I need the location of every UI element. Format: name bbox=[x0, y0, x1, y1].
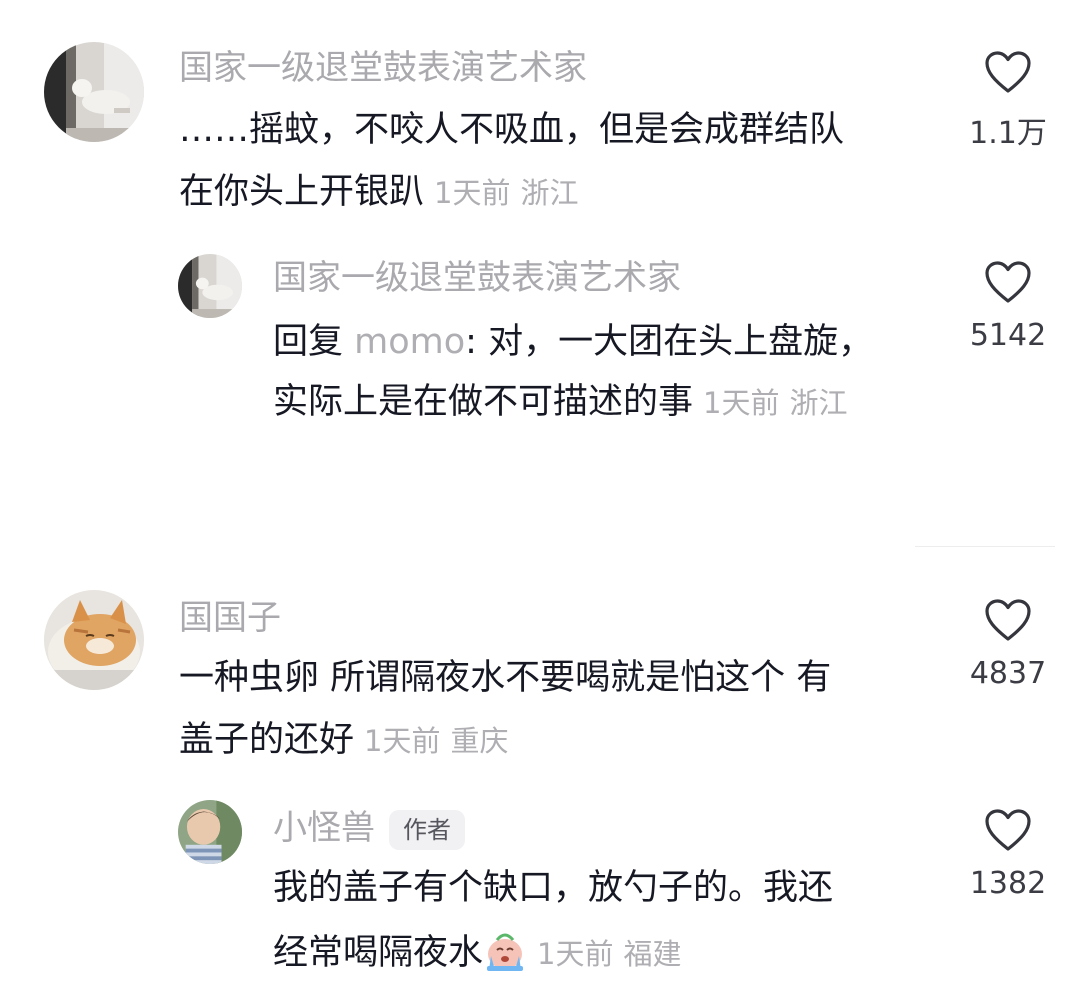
comment-text-line: 回复 momo: 对，一大团在头上盘旋， bbox=[273, 322, 874, 362]
like-button[interactable]: 5142 bbox=[958, 260, 1058, 353]
comment-text-line: 一种虫卵 所谓隔夜水不要喝就是怕这个 有 bbox=[179, 658, 832, 698]
comment-username[interactable]: 国国子 bbox=[179, 598, 281, 638]
comment-username-text[interactable]: 小怪兽 bbox=[273, 808, 375, 848]
avatar[interactable] bbox=[178, 800, 242, 864]
comment-location: 重庆 bbox=[450, 724, 509, 758]
heart-icon bbox=[985, 51, 1031, 93]
like-count: 4837 bbox=[969, 656, 1047, 691]
heart-icon bbox=[985, 261, 1031, 303]
comment-time: 1天前 bbox=[537, 937, 614, 971]
reply-prefix: 回复 bbox=[273, 322, 344, 362]
like-count: 1382 bbox=[969, 866, 1047, 901]
comment-location: 福建 bbox=[623, 937, 682, 971]
like-button[interactable]: 1382 bbox=[958, 808, 1058, 901]
comment-location: 浙江 bbox=[520, 176, 579, 210]
orange-cat-avatar-icon bbox=[44, 590, 144, 690]
like-count: 1.1万 bbox=[969, 116, 1047, 151]
avatar[interactable] bbox=[178, 254, 242, 318]
heart-icon bbox=[985, 809, 1031, 851]
comment-text-line: 我的盖子有个缺口，放勺子的。我还 bbox=[273, 868, 834, 908]
like-button[interactable]: 1.1万 bbox=[958, 50, 1058, 152]
reply-target-username[interactable]: momo bbox=[354, 322, 465, 362]
like-button[interactable]: 4837 bbox=[958, 598, 1058, 691]
divider bbox=[915, 546, 1055, 547]
comment-location: 浙江 bbox=[789, 386, 848, 420]
comment-text-line: 实际上是在做不可描述的事 1天前 浙江 bbox=[273, 382, 848, 422]
avatar[interactable] bbox=[44, 42, 144, 142]
crying-face-emoji-icon bbox=[487, 933, 524, 971]
comment-text-line: 盖子的还好 1天前 重庆 bbox=[179, 720, 509, 760]
avatar[interactable] bbox=[44, 590, 144, 690]
comment-username[interactable]: 国家一级退堂鼓表演艺术家 bbox=[179, 48, 587, 88]
like-count: 5142 bbox=[969, 318, 1047, 353]
child-photo-avatar-icon bbox=[178, 800, 242, 864]
author-badge: 作者 bbox=[389, 809, 465, 850]
cat-on-windowsill-avatar-icon bbox=[44, 42, 144, 142]
heart-icon bbox=[985, 599, 1031, 641]
comment-text-line: 在你头上开银趴 1天前 浙江 bbox=[179, 172, 579, 212]
comment-username: 小怪兽 作者 bbox=[273, 808, 465, 850]
comment-time: 1天前 bbox=[434, 176, 511, 210]
comment-text-line: ……摇蚊，不咬人不吸血，但是会成群结队 bbox=[179, 110, 845, 150]
comment-time: 1天前 bbox=[703, 386, 780, 420]
comment-text-line: 经常喝隔夜水 1天前 福建 bbox=[273, 928, 681, 976]
comment-time: 1天前 bbox=[364, 724, 441, 758]
cat-on-windowsill-avatar-icon bbox=[178, 254, 242, 318]
comment-username[interactable]: 国家一级退堂鼓表演艺术家 bbox=[273, 258, 681, 298]
